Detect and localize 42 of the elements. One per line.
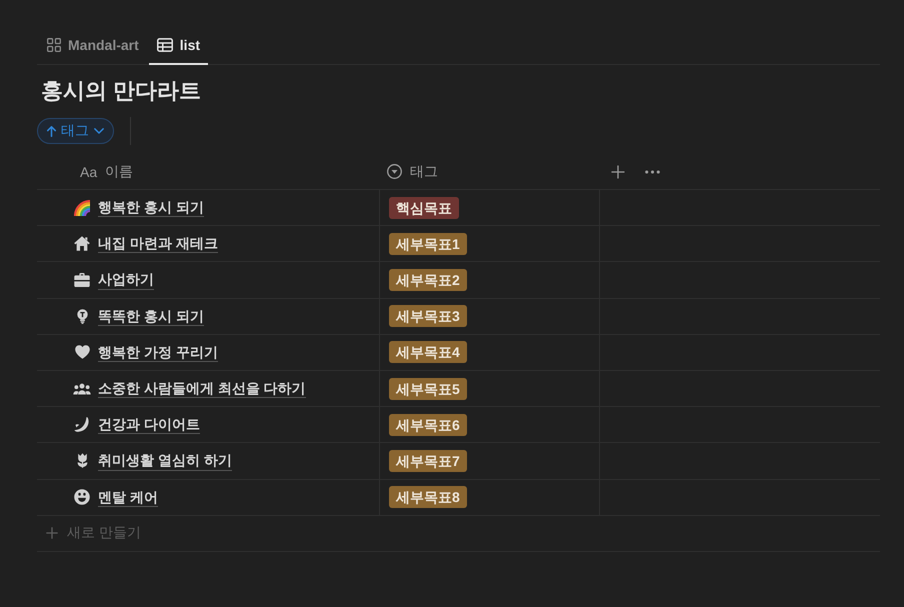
arrow-up-icon bbox=[47, 126, 56, 136]
page-link[interactable]: 건강과 다이어트 bbox=[98, 415, 200, 434]
plus-icon bbox=[46, 527, 58, 540]
smiley-icon bbox=[74, 489, 90, 506]
grid-icon bbox=[47, 38, 61, 52]
view-tab[interactable]: list bbox=[148, 24, 208, 65]
briefcase-icon bbox=[74, 272, 90, 287]
dropdown-circle-icon bbox=[387, 164, 402, 179]
select-tag: 세부목표2 bbox=[389, 268, 467, 291]
rainbow-icon bbox=[74, 200, 90, 216]
select-tag: 세부목표4 bbox=[389, 341, 467, 364]
sort-chip[interactable]: 태그 bbox=[37, 118, 114, 144]
select-tag: 세부목표3 bbox=[389, 305, 467, 328]
chevron-down-icon bbox=[94, 128, 104, 134]
column-header[interactable]: 태그 bbox=[383, 158, 442, 184]
tulip-icon bbox=[76, 453, 88, 468]
page-link[interactable]: 사업하기 bbox=[98, 270, 154, 290]
select-tag: 핵심목표 bbox=[389, 196, 459, 219]
select-tag: 세부목표8 bbox=[389, 486, 467, 508]
select-tag: 세부목표6 bbox=[389, 414, 467, 436]
type-glyph: Aa bbox=[80, 164, 98, 180]
table-icon bbox=[156, 38, 173, 52]
plus-icon bbox=[611, 164, 625, 178]
page-link[interactable]: 소중한 사람들에게 최선을 다하기 bbox=[98, 378, 306, 398]
heart-icon bbox=[74, 345, 90, 360]
select-tag: 세부목표5 bbox=[389, 378, 467, 400]
page-link[interactable]: 행복한 가정 꾸리기 bbox=[98, 342, 218, 362]
page-link[interactable]: 행복한 홍시 되기 bbox=[98, 198, 204, 218]
banana-icon bbox=[74, 417, 90, 432]
page-title: 홍시의 만다라트 bbox=[40, 77, 202, 105]
select-tag: 세부목표7 bbox=[389, 450, 467, 472]
select-tag: 세부목표1 bbox=[389, 232, 467, 255]
page-link[interactable]: 취미생활 열심히 하기 bbox=[98, 451, 232, 470]
page-link[interactable]: 내집 마련과 재테크 bbox=[98, 234, 218, 254]
people-icon bbox=[73, 382, 91, 395]
lightbulb-icon bbox=[76, 308, 88, 324]
view-tab[interactable]: Mandal-art bbox=[39, 24, 147, 65]
column-header[interactable]: Aa 이름 bbox=[76, 158, 138, 184]
house-icon bbox=[74, 236, 90, 252]
dots-icon bbox=[645, 170, 660, 174]
page-link[interactable]: 똑똑한 홍시 되기 bbox=[98, 306, 204, 326]
page-link[interactable]: 멘탈 케어 bbox=[98, 488, 158, 507]
